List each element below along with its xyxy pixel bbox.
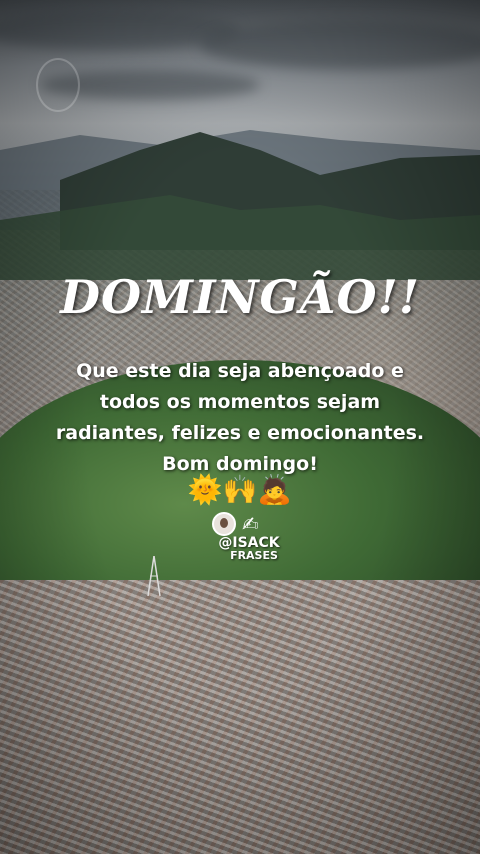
- author-subtitle: FRASES: [230, 549, 278, 562]
- avatar-icon: [212, 512, 236, 536]
- post-title: DOMINGÃO!!: [60, 270, 420, 324]
- watermark-logo-icon: [36, 58, 80, 112]
- post-message: Que este dia seja abençoado e todos os m…: [55, 360, 425, 475]
- emoji-row: 🌞🙌🙇: [187, 473, 293, 506]
- author-credit[interactable]: ✍ @ISACK FRASES: [204, 510, 294, 562]
- writing-hand-icon: ✍: [242, 512, 259, 536]
- author-handle: @ISACK: [218, 535, 280, 551]
